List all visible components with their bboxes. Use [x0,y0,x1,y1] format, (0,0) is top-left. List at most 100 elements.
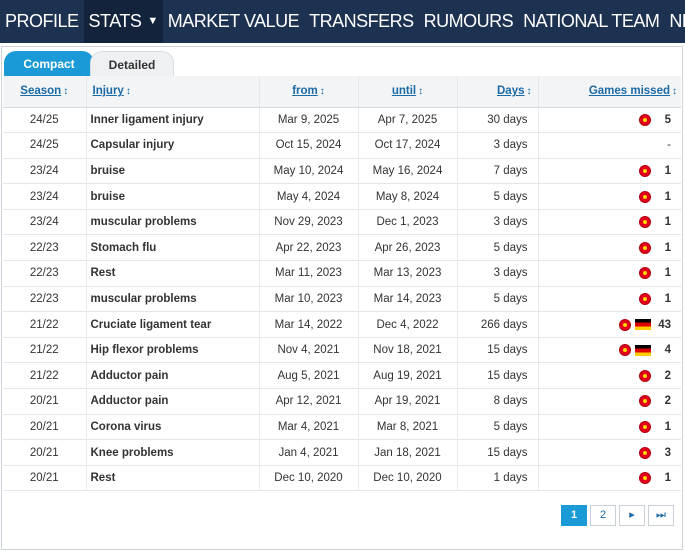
from-date-cell: Nov 29, 2023 [259,209,359,236]
club-crest-icon[interactable] [639,292,651,305]
club-crest-icon[interactable] [639,190,651,203]
page-2-button[interactable]: 2 [590,505,616,526]
injury-cell: Rest [86,465,260,492]
season-cell: 20/21 [3,439,87,466]
games-missed-cell: 3 [538,439,681,466]
games-missed-cell: 1 [538,209,681,236]
injury-cell: bruise [86,183,260,210]
club-crest-icon[interactable] [639,241,651,254]
season-cell: 24/25 [3,132,87,159]
table-row: 23/24 bruise May 10, 2024 May 16, 2024 7 day… [3,158,681,185]
injury-cell: Rest [86,260,260,287]
page-1-button[interactable]: 1 [561,505,587,526]
until-date-cell: May 16, 2024 [358,158,458,185]
days-cell: 5 days [457,234,539,262]
until-date-cell: Apr 19, 2021 [358,388,458,415]
pagination: 1 2 ▸ ⏭ [561,505,674,526]
column-header-games-missed[interactable]: Games missed ↕ [538,76,681,108]
days-cell: 30 days [457,107,539,134]
days-cell: 5 days [457,414,539,441]
injury-history-panel: Compact Detailed Season ↕ Injury ↕ from ↕ u… [1,46,683,550]
nav-item-profile[interactable]: PROFILE [0,0,84,43]
injury-cell: Knee problems [86,439,260,466]
days-cell: 7 days [457,158,539,185]
column-header-from[interactable]: from ↕ [259,76,359,108]
club-crest-icon[interactable] [639,113,651,126]
club-crest-icon[interactable] [639,395,651,408]
injury-cell: Adductor pain [86,388,260,415]
nav-item-stats[interactable]: STATS ▼ [83,0,163,43]
season-cell: 22/23 [3,286,87,313]
table-row: 20/21 Corona virus Mar 4, 2021 Mar 8, 2021 5… [3,414,681,441]
tab-compact[interactable]: Compact [4,51,94,77]
season-cell: 21/22 [3,311,87,338]
club-crest-icon[interactable] [639,420,651,433]
table-row: 21/22 Cruciate ligament tear Mar 14, 2022 D… [3,311,681,338]
games-missed-cell: 1 [538,465,681,492]
season-cell: 23/24 [3,183,87,210]
until-date-cell: Apr 26, 2023 [358,234,458,262]
nav-item-news[interactable]: NEWS [664,0,685,43]
club-crest-icon[interactable] [619,344,631,357]
club-crest-icon[interactable] [639,267,651,280]
injury-cell: Cruciate ligament tear [86,311,260,338]
injury-cell: muscular problems [86,286,260,313]
sort-icon: ↕ [319,86,325,98]
days-cell: 15 days [457,439,539,466]
nav-item-rumours[interactable]: RUMOURS [419,0,519,43]
from-date-cell: Apr 12, 2021 [259,388,359,415]
nav-item-label: TRANSFERS [309,11,414,31]
club-crest-icon[interactable] [639,369,651,382]
nav-item-transfers[interactable]: TRANSFERS [304,0,419,43]
games-missed-value: 4 [664,344,671,357]
injury-cell: Hip flexor problems [86,337,260,364]
club-crest-icon[interactable] [639,472,651,485]
sort-icon: ↕ [672,86,677,98]
nav-item-label: NATIONAL TEAM [523,11,660,31]
from-date-cell: Jan 4, 2021 [259,439,359,466]
injury-cell: bruise [86,158,260,185]
table-row: 22/23 Rest Mar 11, 2023 Mar 13, 2023 3 days 1 [3,260,681,287]
games-missed-value: 3 [664,446,671,459]
until-date-cell: Aug 19, 2021 [358,362,458,390]
nav-item-market-value[interactable]: MARKET VALUE [163,0,304,43]
table-row: 20/21 Adductor pain Apr 12, 2021 Apr 19, 20… [3,388,681,415]
injury-cell: Capsular injury [86,132,260,159]
from-date-cell: Mar 10, 2023 [259,286,359,313]
next-page-button[interactable]: ▸ [619,505,645,526]
until-date-cell: Nov 18, 2021 [358,337,458,364]
club-crest-icon[interactable] [639,216,651,229]
from-date-cell: May 10, 2024 [259,158,359,185]
games-missed-value: 1 [664,420,671,433]
club-crest-icon[interactable] [619,318,631,331]
last-page-button[interactable]: ⏭ [648,505,674,526]
nav-item-national-team[interactable]: NATIONAL TEAM [518,0,664,43]
games-missed-value: 1 [664,267,671,280]
from-date-cell: Mar 9, 2025 [259,107,359,134]
from-date-cell: Mar 11, 2023 [259,260,359,287]
games-missed-cell: 2 [538,362,681,390]
column-header-injury[interactable]: Injury ↕ [86,76,260,108]
table-row: 23/24 muscular problems Nov 29, 2023 Dec 1,… [3,209,681,236]
until-date-cell: Mar 14, 2023 [358,286,458,313]
games-missed-value: 1 [664,165,671,177]
table-row: 21/22 Adductor pain Aug 5, 2021 Aug 19, 202… [3,362,681,390]
club-crest-icon[interactable] [639,446,651,459]
sort-icon: ↕ [418,86,424,98]
club-crest-icon[interactable] [639,164,651,177]
games-missed-value: - [667,139,671,152]
germany-flag-icon[interactable] [635,344,651,356]
column-header-until[interactable]: until ↕ [358,76,458,108]
nav-item-label: NEWS [669,11,685,31]
column-header-days[interactable]: Days ↕ [457,76,539,108]
sort-icon: ↕ [63,86,69,98]
germany-flag-icon[interactable] [635,319,651,331]
season-cell: 21/22 [3,337,87,364]
table-row: 22/23 muscular problems Mar 10, 2023 Mar 14… [3,286,681,313]
games-missed-cell: 1 [538,234,681,262]
games-missed-cell: 1 [538,414,681,441]
tab-detailed[interactable]: Detailed [90,51,174,77]
caret-down-icon: ▼ [147,15,158,27]
table-row: 21/22 Hip flexor problems Nov 4, 2021 Nov 1… [3,337,681,364]
column-header-season[interactable]: Season ↕ [3,76,87,108]
